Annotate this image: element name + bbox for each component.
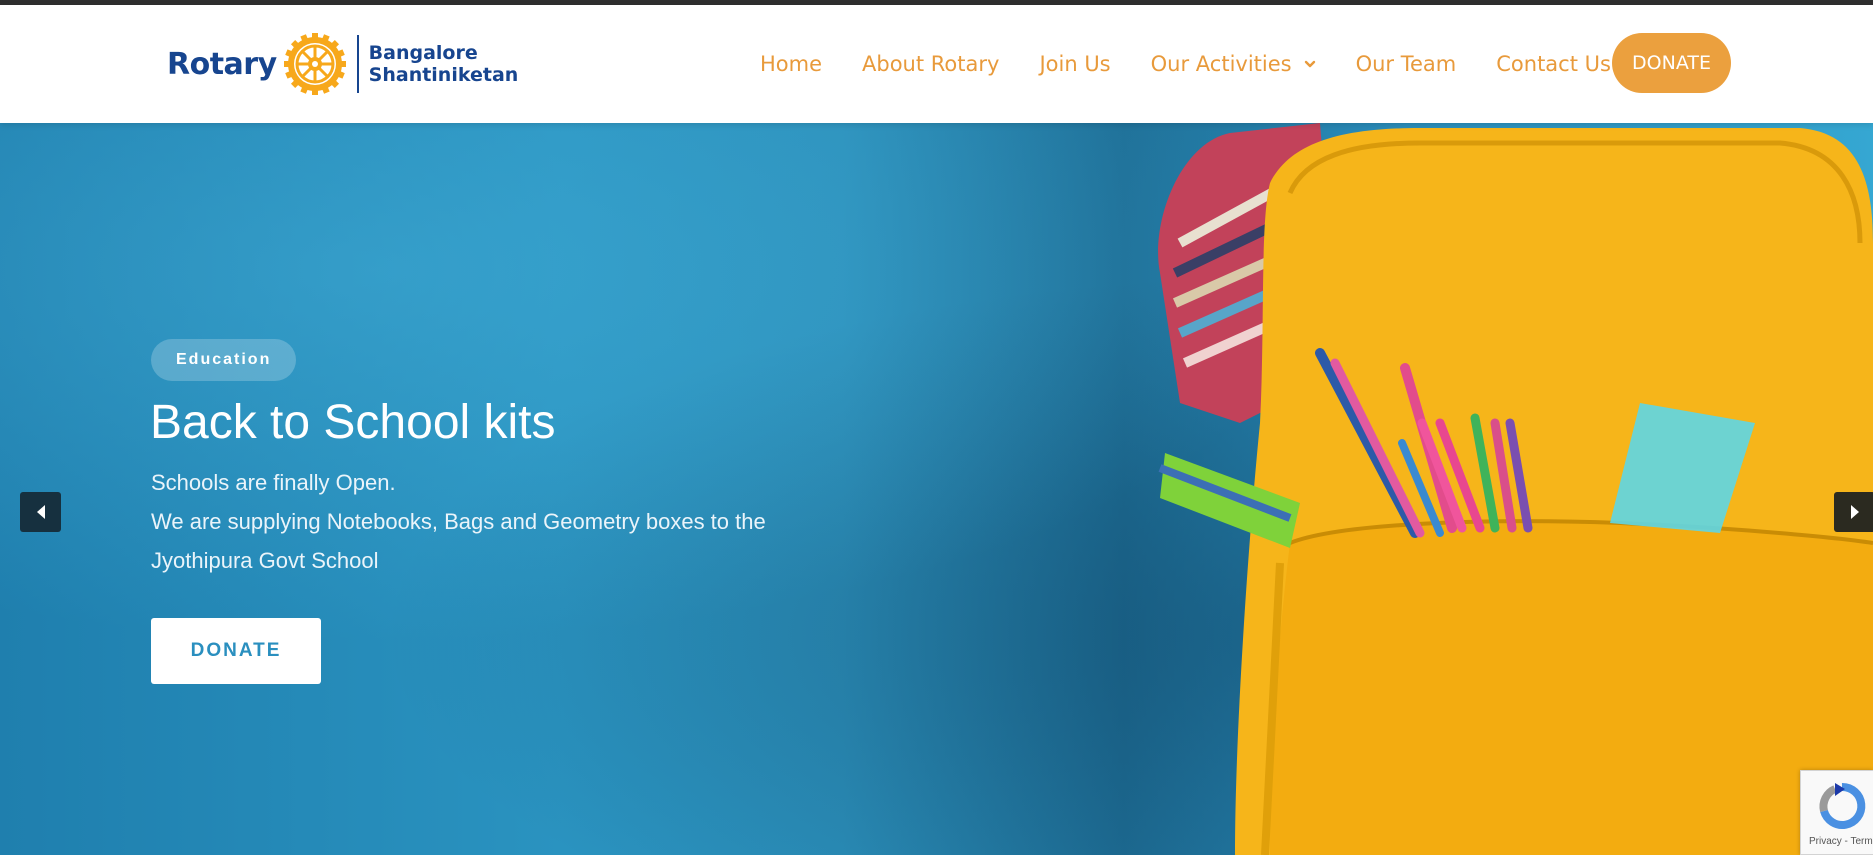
slider-prev-button[interactable] bbox=[20, 492, 61, 532]
slide-title: Back to School kits bbox=[150, 396, 556, 449]
slide-description-line: We are supplying Notebooks, Bags and Geo… bbox=[151, 509, 766, 534]
logo-divider bbox=[356, 35, 359, 93]
nav-contact-us[interactable]: Contact Us bbox=[1496, 52, 1611, 76]
caret-right-icon bbox=[1850, 505, 1859, 519]
nav-home[interactable]: Home bbox=[760, 52, 822, 76]
logo-wordmark: Rotary bbox=[167, 46, 277, 82]
category-badge: Education bbox=[151, 339, 297, 381]
main-nav: Home About Rotary Join Us Our Activities… bbox=[740, 34, 1631, 94]
nav-join-us[interactable]: Join Us bbox=[1039, 52, 1110, 76]
recaptcha-links[interactable]: Privacy - Terms bbox=[1809, 836, 1873, 847]
hero-slider: Education Back to School kits Schools ar… bbox=[0, 123, 1873, 855]
caret-left-icon bbox=[36, 505, 45, 519]
nav-about-rotary[interactable]: About Rotary bbox=[862, 52, 999, 76]
chevron-down-icon bbox=[1304, 60, 1315, 68]
backpack-image bbox=[1158, 123, 1873, 855]
nav-our-activities-label: Our Activities bbox=[1150, 52, 1292, 76]
site-header: Rotary Bangalore Shantiniketan Home Abou… bbox=[0, 5, 1873, 123]
slide-description-line: Schools are finally Open. bbox=[151, 470, 396, 495]
club-name-line2: Shantiniketan bbox=[368, 64, 519, 86]
slide-description: Schools are finally Open. We are supplyi… bbox=[151, 463, 871, 580]
recaptcha-badge[interactable]: Privacy - Terms bbox=[1800, 770, 1873, 855]
slide-donate-button[interactable]: DONATE bbox=[151, 618, 321, 684]
header-donate-button[interactable]: DONATE bbox=[1612, 33, 1731, 93]
nav-our-activities[interactable]: Our Activities bbox=[1151, 52, 1316, 76]
recaptcha-icon bbox=[1819, 782, 1866, 829]
slider-next-button[interactable] bbox=[1834, 492, 1873, 532]
slide-description-line: Jyothipura Govt School bbox=[151, 548, 379, 573]
nav-our-team[interactable]: Our Team bbox=[1356, 52, 1457, 76]
rotary-wheel-icon bbox=[283, 33, 346, 95]
club-name-line1: Bangalore bbox=[368, 42, 478, 64]
club-name: Bangalore Shantiniketan bbox=[369, 42, 519, 86]
rotary-logo[interactable]: Rotary Bangalore Shantiniketan bbox=[167, 31, 518, 97]
